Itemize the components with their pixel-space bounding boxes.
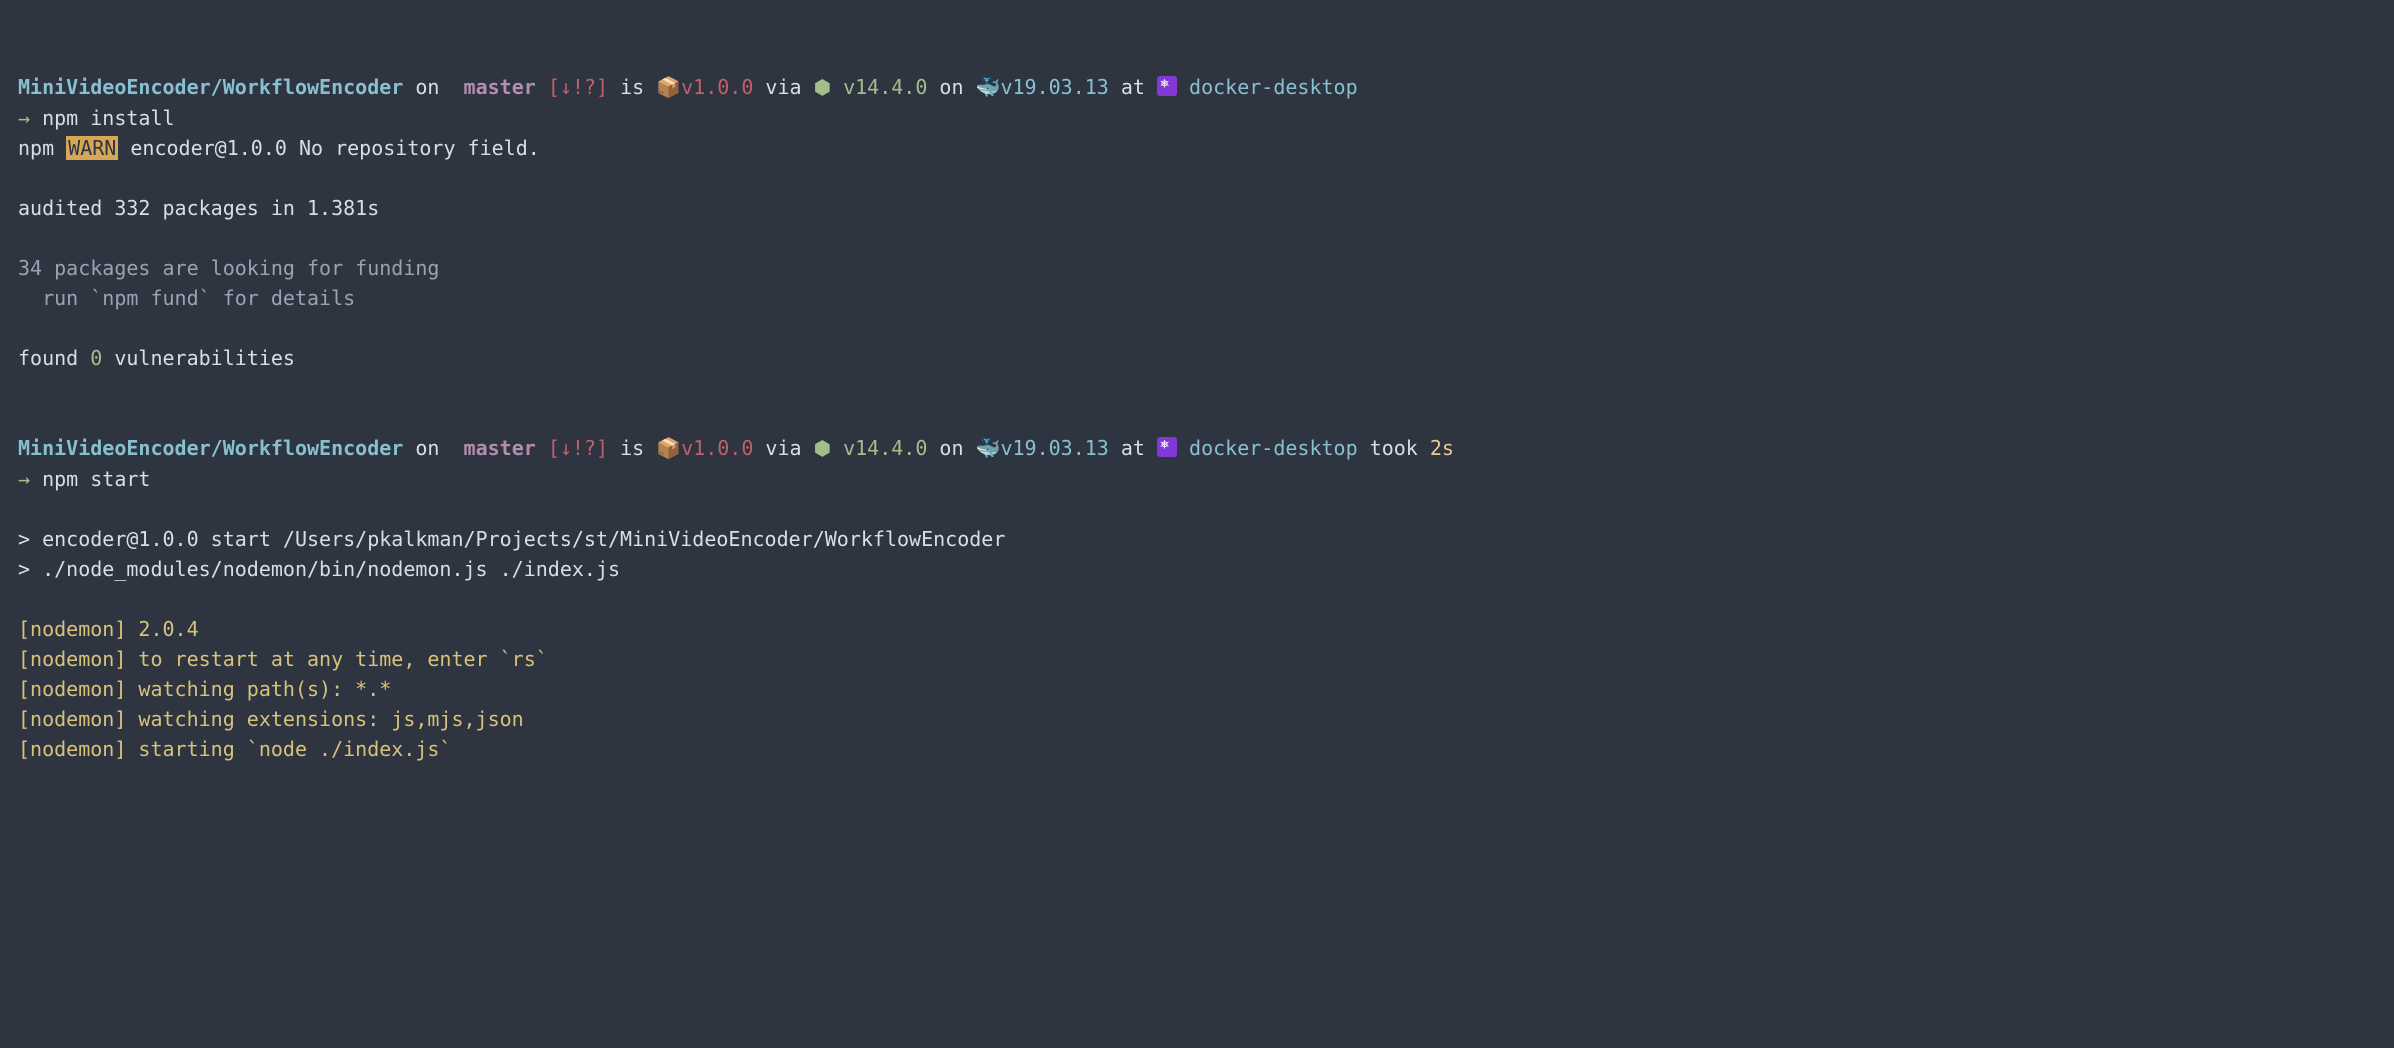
docker-icon: 🐳 bbox=[976, 77, 1001, 99]
node-icon: ⬢ bbox=[814, 75, 844, 99]
git-status: [↓!?] bbox=[536, 436, 608, 460]
prompt-line-1: MiniVideoEncoder/WorkflowEncoder on mast… bbox=[18, 75, 1358, 99]
vuln-count: 0 bbox=[90, 346, 102, 370]
funding-line-1: 34 packages are looking for funding bbox=[18, 256, 439, 280]
package-version: v1.0.0 bbox=[681, 436, 753, 460]
warn-message: encoder@1.0.0 No repository field. bbox=[118, 136, 539, 160]
package-icon: 📦 bbox=[656, 77, 681, 99]
docker-version: v19.03.13 bbox=[1000, 75, 1108, 99]
k8s-icon bbox=[1157, 437, 1177, 457]
nodemon-line: [nodemon] starting `node ./index.js` bbox=[18, 737, 451, 761]
prompt-at: at bbox=[1109, 75, 1157, 99]
k8s-context: docker-desktop bbox=[1177, 436, 1358, 460]
node-icon: ⬢ bbox=[814, 436, 844, 460]
git-branch: master bbox=[464, 75, 536, 99]
npm-label: npm bbox=[18, 136, 66, 160]
command-npm-start: npm start bbox=[42, 467, 150, 491]
prompt-is: is bbox=[608, 436, 656, 460]
git-branch: master bbox=[464, 436, 536, 460]
prompt-at: at bbox=[1109, 436, 1157, 460]
vulnerabilities-line: found 0 vulnerabilities bbox=[18, 346, 295, 370]
k8s-icon bbox=[1157, 76, 1177, 96]
package-version: v1.0.0 bbox=[681, 75, 753, 99]
nodemon-line: [nodemon] watching path(s): *.* bbox=[18, 677, 391, 701]
prompt-took: took bbox=[1358, 436, 1430, 460]
prompt-path: MiniVideoEncoder/WorkflowEncoder bbox=[18, 436, 403, 460]
nodemon-line: [nodemon] watching extensions: js,mjs,js… bbox=[18, 707, 524, 731]
prompt-on: on bbox=[403, 436, 451, 460]
nodemon-line: [nodemon] 2.0.4 bbox=[18, 617, 199, 641]
terminal-output[interactable]: MiniVideoEncoder/WorkflowEncoder on mast… bbox=[18, 72, 2376, 764]
prompt-via: via bbox=[753, 75, 813, 99]
git-status: [↓!?] bbox=[536, 75, 608, 99]
docker-version: v19.03.13 bbox=[1000, 436, 1108, 460]
package-icon: 📦 bbox=[656, 438, 681, 460]
npm-script-line-1: > encoder@1.0.0 start /Users/pkalkman/Pr… bbox=[18, 527, 1005, 551]
npm-warn-line: npm WARN encoder@1.0.0 No repository fie… bbox=[18, 136, 540, 160]
docker-icon: 🐳 bbox=[976, 438, 1001, 460]
nodemon-line: [nodemon] to restart at any time, enter … bbox=[18, 647, 548, 671]
prompt-on2: on bbox=[927, 75, 975, 99]
audited-line: audited 332 packages in 1.381s bbox=[18, 196, 379, 220]
node-version: v14.4.0 bbox=[843, 75, 927, 99]
prompt-arrow: → bbox=[18, 467, 42, 491]
k8s-context: docker-desktop bbox=[1177, 75, 1358, 99]
prompt-line-2: MiniVideoEncoder/WorkflowEncoder on mast… bbox=[18, 436, 1454, 460]
funding-line-2: run `npm fund` for details bbox=[18, 286, 355, 310]
warn-badge: WARN bbox=[66, 136, 118, 160]
prompt-on: on bbox=[403, 75, 451, 99]
command-npm-install: npm install bbox=[42, 106, 174, 130]
took-duration: 2s bbox=[1430, 436, 1454, 460]
prompt-path: MiniVideoEncoder/WorkflowEncoder bbox=[18, 75, 403, 99]
prompt-is: is bbox=[608, 75, 656, 99]
npm-script-line-2: > ./node_modules/nodemon/bin/nodemon.js … bbox=[18, 557, 620, 581]
command-line-2: → npm start bbox=[18, 467, 150, 491]
prompt-on2: on bbox=[927, 436, 975, 460]
prompt-arrow: → bbox=[18, 106, 42, 130]
command-line-1: → npm install bbox=[18, 106, 175, 130]
node-version: v14.4.0 bbox=[843, 436, 927, 460]
prompt-via: via bbox=[753, 436, 813, 460]
